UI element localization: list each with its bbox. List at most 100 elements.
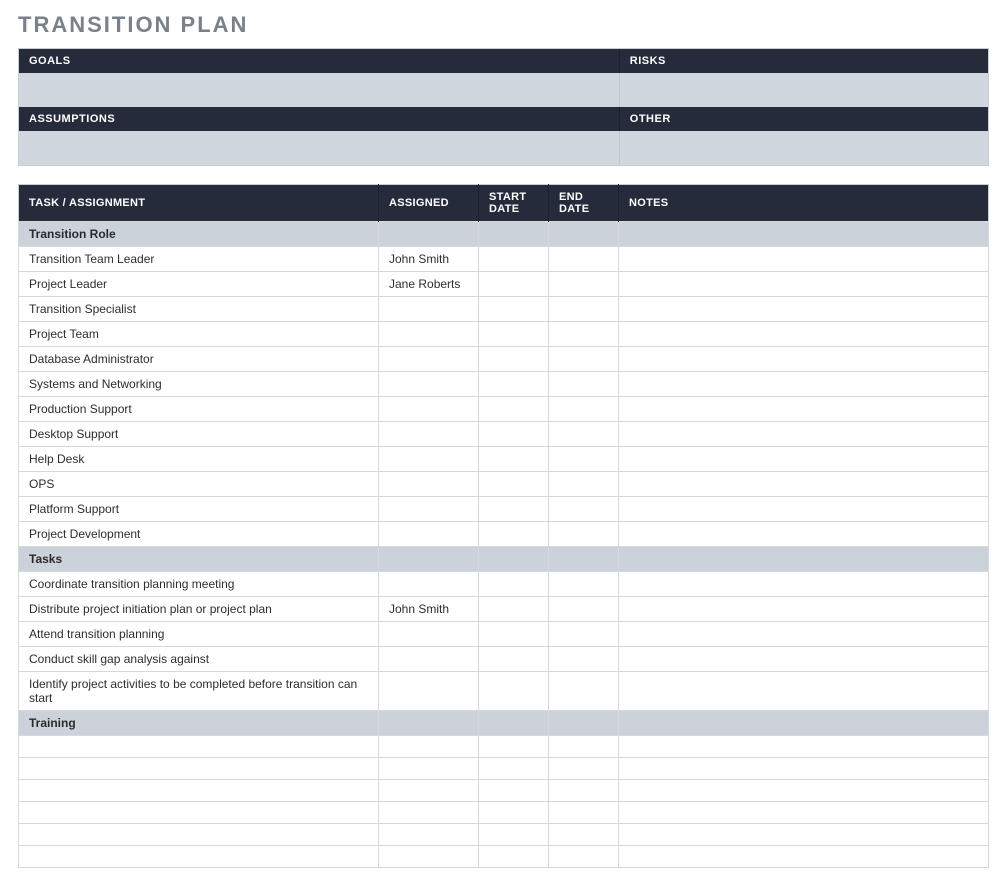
- cell-notes[interactable]: [619, 736, 989, 758]
- cell-assigned[interactable]: [379, 758, 479, 780]
- cell-end[interactable]: [549, 622, 619, 647]
- cell-start[interactable]: [479, 472, 549, 497]
- cell-start[interactable]: [479, 758, 549, 780]
- cell-assigned[interactable]: Jane Roberts: [379, 272, 479, 297]
- cell-end[interactable]: [549, 736, 619, 758]
- cell-task[interactable]: [19, 758, 379, 780]
- cell-notes[interactable]: [619, 472, 989, 497]
- cell-task[interactable]: [19, 780, 379, 802]
- cell-start[interactable]: [479, 802, 549, 824]
- cell-task[interactable]: Database Administrator: [19, 347, 379, 372]
- cell-assigned[interactable]: [379, 447, 479, 472]
- cell-assigned[interactable]: [379, 736, 479, 758]
- cell-end[interactable]: [549, 272, 619, 297]
- cell-notes[interactable]: [619, 347, 989, 372]
- cell-assigned[interactable]: [379, 572, 479, 597]
- cell-notes[interactable]: [619, 247, 989, 272]
- cell-assigned[interactable]: [379, 397, 479, 422]
- cell-assigned[interactable]: [379, 647, 479, 672]
- cell-task[interactable]: Production Support: [19, 397, 379, 422]
- cell-task[interactable]: Transition Specialist: [19, 297, 379, 322]
- cell-notes[interactable]: [619, 322, 989, 347]
- cell-notes[interactable]: [619, 824, 989, 846]
- cell-task[interactable]: [19, 736, 379, 758]
- cell-notes[interactable]: [619, 297, 989, 322]
- cell-assigned[interactable]: [379, 824, 479, 846]
- cell-assigned[interactable]: [379, 322, 479, 347]
- cell-task[interactable]: Help Desk: [19, 447, 379, 472]
- cell-start[interactable]: [479, 647, 549, 672]
- cell-notes[interactable]: [619, 497, 989, 522]
- cell-end[interactable]: [549, 597, 619, 622]
- cell-assigned[interactable]: [379, 846, 479, 868]
- cell-task[interactable]: Coordinate transition planning meeting: [19, 572, 379, 597]
- cell-start[interactable]: [479, 780, 549, 802]
- cell-end[interactable]: [549, 297, 619, 322]
- cell-task[interactable]: [19, 846, 379, 868]
- cell-notes[interactable]: [619, 780, 989, 802]
- cell-start[interactable]: [479, 297, 549, 322]
- cell-end[interactable]: [549, 447, 619, 472]
- cell-assigned[interactable]: [379, 297, 479, 322]
- cell-start[interactable]: [479, 447, 549, 472]
- cell-start[interactable]: [479, 397, 549, 422]
- cell-start[interactable]: [479, 522, 549, 547]
- cell-notes[interactable]: [619, 846, 989, 868]
- cell-end[interactable]: [549, 397, 619, 422]
- cell-end[interactable]: [549, 322, 619, 347]
- cell-task[interactable]: [19, 824, 379, 846]
- cell-end[interactable]: [549, 647, 619, 672]
- cell-start[interactable]: [479, 824, 549, 846]
- cell-assigned[interactable]: John Smith: [379, 597, 479, 622]
- cell-task[interactable]: Conduct skill gap analysis against: [19, 647, 379, 672]
- cell-notes[interactable]: [619, 597, 989, 622]
- cell-notes[interactable]: [619, 272, 989, 297]
- cell-end[interactable]: [549, 247, 619, 272]
- cell-end[interactable]: [549, 572, 619, 597]
- cell-end[interactable]: [549, 846, 619, 868]
- cell-start[interactable]: [479, 272, 549, 297]
- cell-end[interactable]: [549, 522, 619, 547]
- cell-assigned[interactable]: [379, 347, 479, 372]
- cell-task[interactable]: Systems and Networking: [19, 372, 379, 397]
- cell-notes[interactable]: [619, 802, 989, 824]
- cell-task[interactable]: Transition Team Leader: [19, 247, 379, 272]
- other-cell[interactable]: [620, 131, 988, 165]
- cell-notes[interactable]: [619, 758, 989, 780]
- cell-notes[interactable]: [619, 522, 989, 547]
- cell-end[interactable]: [549, 780, 619, 802]
- cell-assigned[interactable]: [379, 780, 479, 802]
- cell-notes[interactable]: [619, 622, 989, 647]
- cell-assigned[interactable]: [379, 472, 479, 497]
- cell-assigned[interactable]: John Smith: [379, 247, 479, 272]
- cell-end[interactable]: [549, 824, 619, 846]
- cell-start[interactable]: [479, 247, 549, 272]
- cell-start[interactable]: [479, 322, 549, 347]
- cell-task[interactable]: Desktop Support: [19, 422, 379, 447]
- cell-start[interactable]: [479, 846, 549, 868]
- assumptions-cell[interactable]: [19, 131, 620, 165]
- cell-task[interactable]: Project Team: [19, 322, 379, 347]
- cell-end[interactable]: [549, 347, 619, 372]
- cell-assigned[interactable]: [379, 422, 479, 447]
- goals-cell[interactable]: [19, 73, 620, 107]
- cell-notes[interactable]: [619, 422, 989, 447]
- cell-end[interactable]: [549, 422, 619, 447]
- cell-task[interactable]: Identify project activities to be comple…: [19, 672, 379, 711]
- cell-start[interactable]: [479, 372, 549, 397]
- cell-end[interactable]: [549, 497, 619, 522]
- cell-start[interactable]: [479, 622, 549, 647]
- cell-notes[interactable]: [619, 372, 989, 397]
- cell-assigned[interactable]: [379, 672, 479, 711]
- cell-task[interactable]: OPS: [19, 472, 379, 497]
- cell-start[interactable]: [479, 347, 549, 372]
- cell-task[interactable]: Platform Support: [19, 497, 379, 522]
- cell-start[interactable]: [479, 736, 549, 758]
- cell-assigned[interactable]: [379, 522, 479, 547]
- cell-end[interactable]: [549, 472, 619, 497]
- cell-end[interactable]: [549, 802, 619, 824]
- cell-end[interactable]: [549, 758, 619, 780]
- cell-assigned[interactable]: [379, 372, 479, 397]
- cell-start[interactable]: [479, 497, 549, 522]
- cell-task[interactable]: [19, 802, 379, 824]
